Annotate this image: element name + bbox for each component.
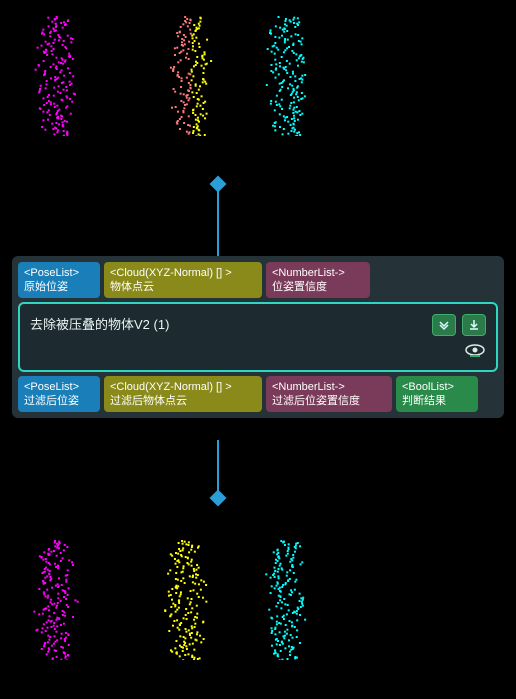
- port-type: <PoseList>: [24, 380, 94, 394]
- port-type: <BoolList>: [402, 380, 472, 394]
- port-label: 过滤后物体点云: [110, 394, 256, 408]
- port-type: <Cloud(XYZ-Normal) [] >: [110, 380, 256, 394]
- download-icon[interactable]: [462, 314, 486, 336]
- visibility-icon[interactable]: [464, 342, 486, 362]
- port-type: <PoseList>: [24, 266, 94, 280]
- node-icon-group: [432, 314, 486, 362]
- node-body[interactable]: 去除被压叠的物体V2 (1): [18, 302, 498, 372]
- output-port-2[interactable]: <NumberList->过滤后位姿置信度: [266, 376, 392, 412]
- output-ports-row: <PoseList>过滤后位姿<Cloud(XYZ-Normal) [] >过滤…: [18, 376, 498, 412]
- port-type: <Cloud(XYZ-Normal) [] >: [110, 266, 256, 280]
- node-title: 去除被压叠的物体V2 (1): [30, 314, 169, 362]
- input-port-1[interactable]: <Cloud(XYZ-Normal) [] >物体点云: [104, 262, 262, 298]
- expand-icon[interactable]: [432, 314, 456, 336]
- input-port-0[interactable]: <PoseList>原始位姿: [18, 262, 100, 298]
- pointcloud-viz: [260, 16, 310, 136]
- port-label: 位姿置信度: [272, 280, 364, 294]
- node-remove-overlap[interactable]: <PoseList>原始位姿<Cloud(XYZ-Normal) [] >物体点…: [12, 256, 504, 418]
- connector-diamond-bottom: [210, 490, 227, 507]
- port-label: 判断结果: [402, 394, 472, 408]
- port-type: <NumberList->: [272, 380, 386, 394]
- port-label: 过滤后位姿: [24, 394, 94, 408]
- connector-line-top: [217, 184, 219, 256]
- pointcloud-viz: [260, 540, 310, 660]
- input-ports-row: <PoseList>原始位姿<Cloud(XYZ-Normal) [] >物体点…: [18, 262, 498, 298]
- pointcloud-viz: [30, 540, 80, 660]
- port-label: 原始位姿: [24, 280, 94, 294]
- pointcloud-viz: [30, 16, 80, 136]
- pointcloud-viz: [150, 16, 230, 136]
- input-port-2[interactable]: <NumberList->位姿置信度: [266, 262, 370, 298]
- output-port-1[interactable]: <Cloud(XYZ-Normal) [] >过滤后物体点云: [104, 376, 262, 412]
- port-label: 物体点云: [110, 280, 256, 294]
- output-port-0[interactable]: <PoseList>过滤后位姿: [18, 376, 100, 412]
- port-type: <NumberList->: [272, 266, 364, 280]
- pointcloud-viz: [160, 540, 210, 660]
- output-port-3[interactable]: <BoolList>判断结果: [396, 376, 478, 412]
- port-label: 过滤后位姿置信度: [272, 394, 386, 408]
